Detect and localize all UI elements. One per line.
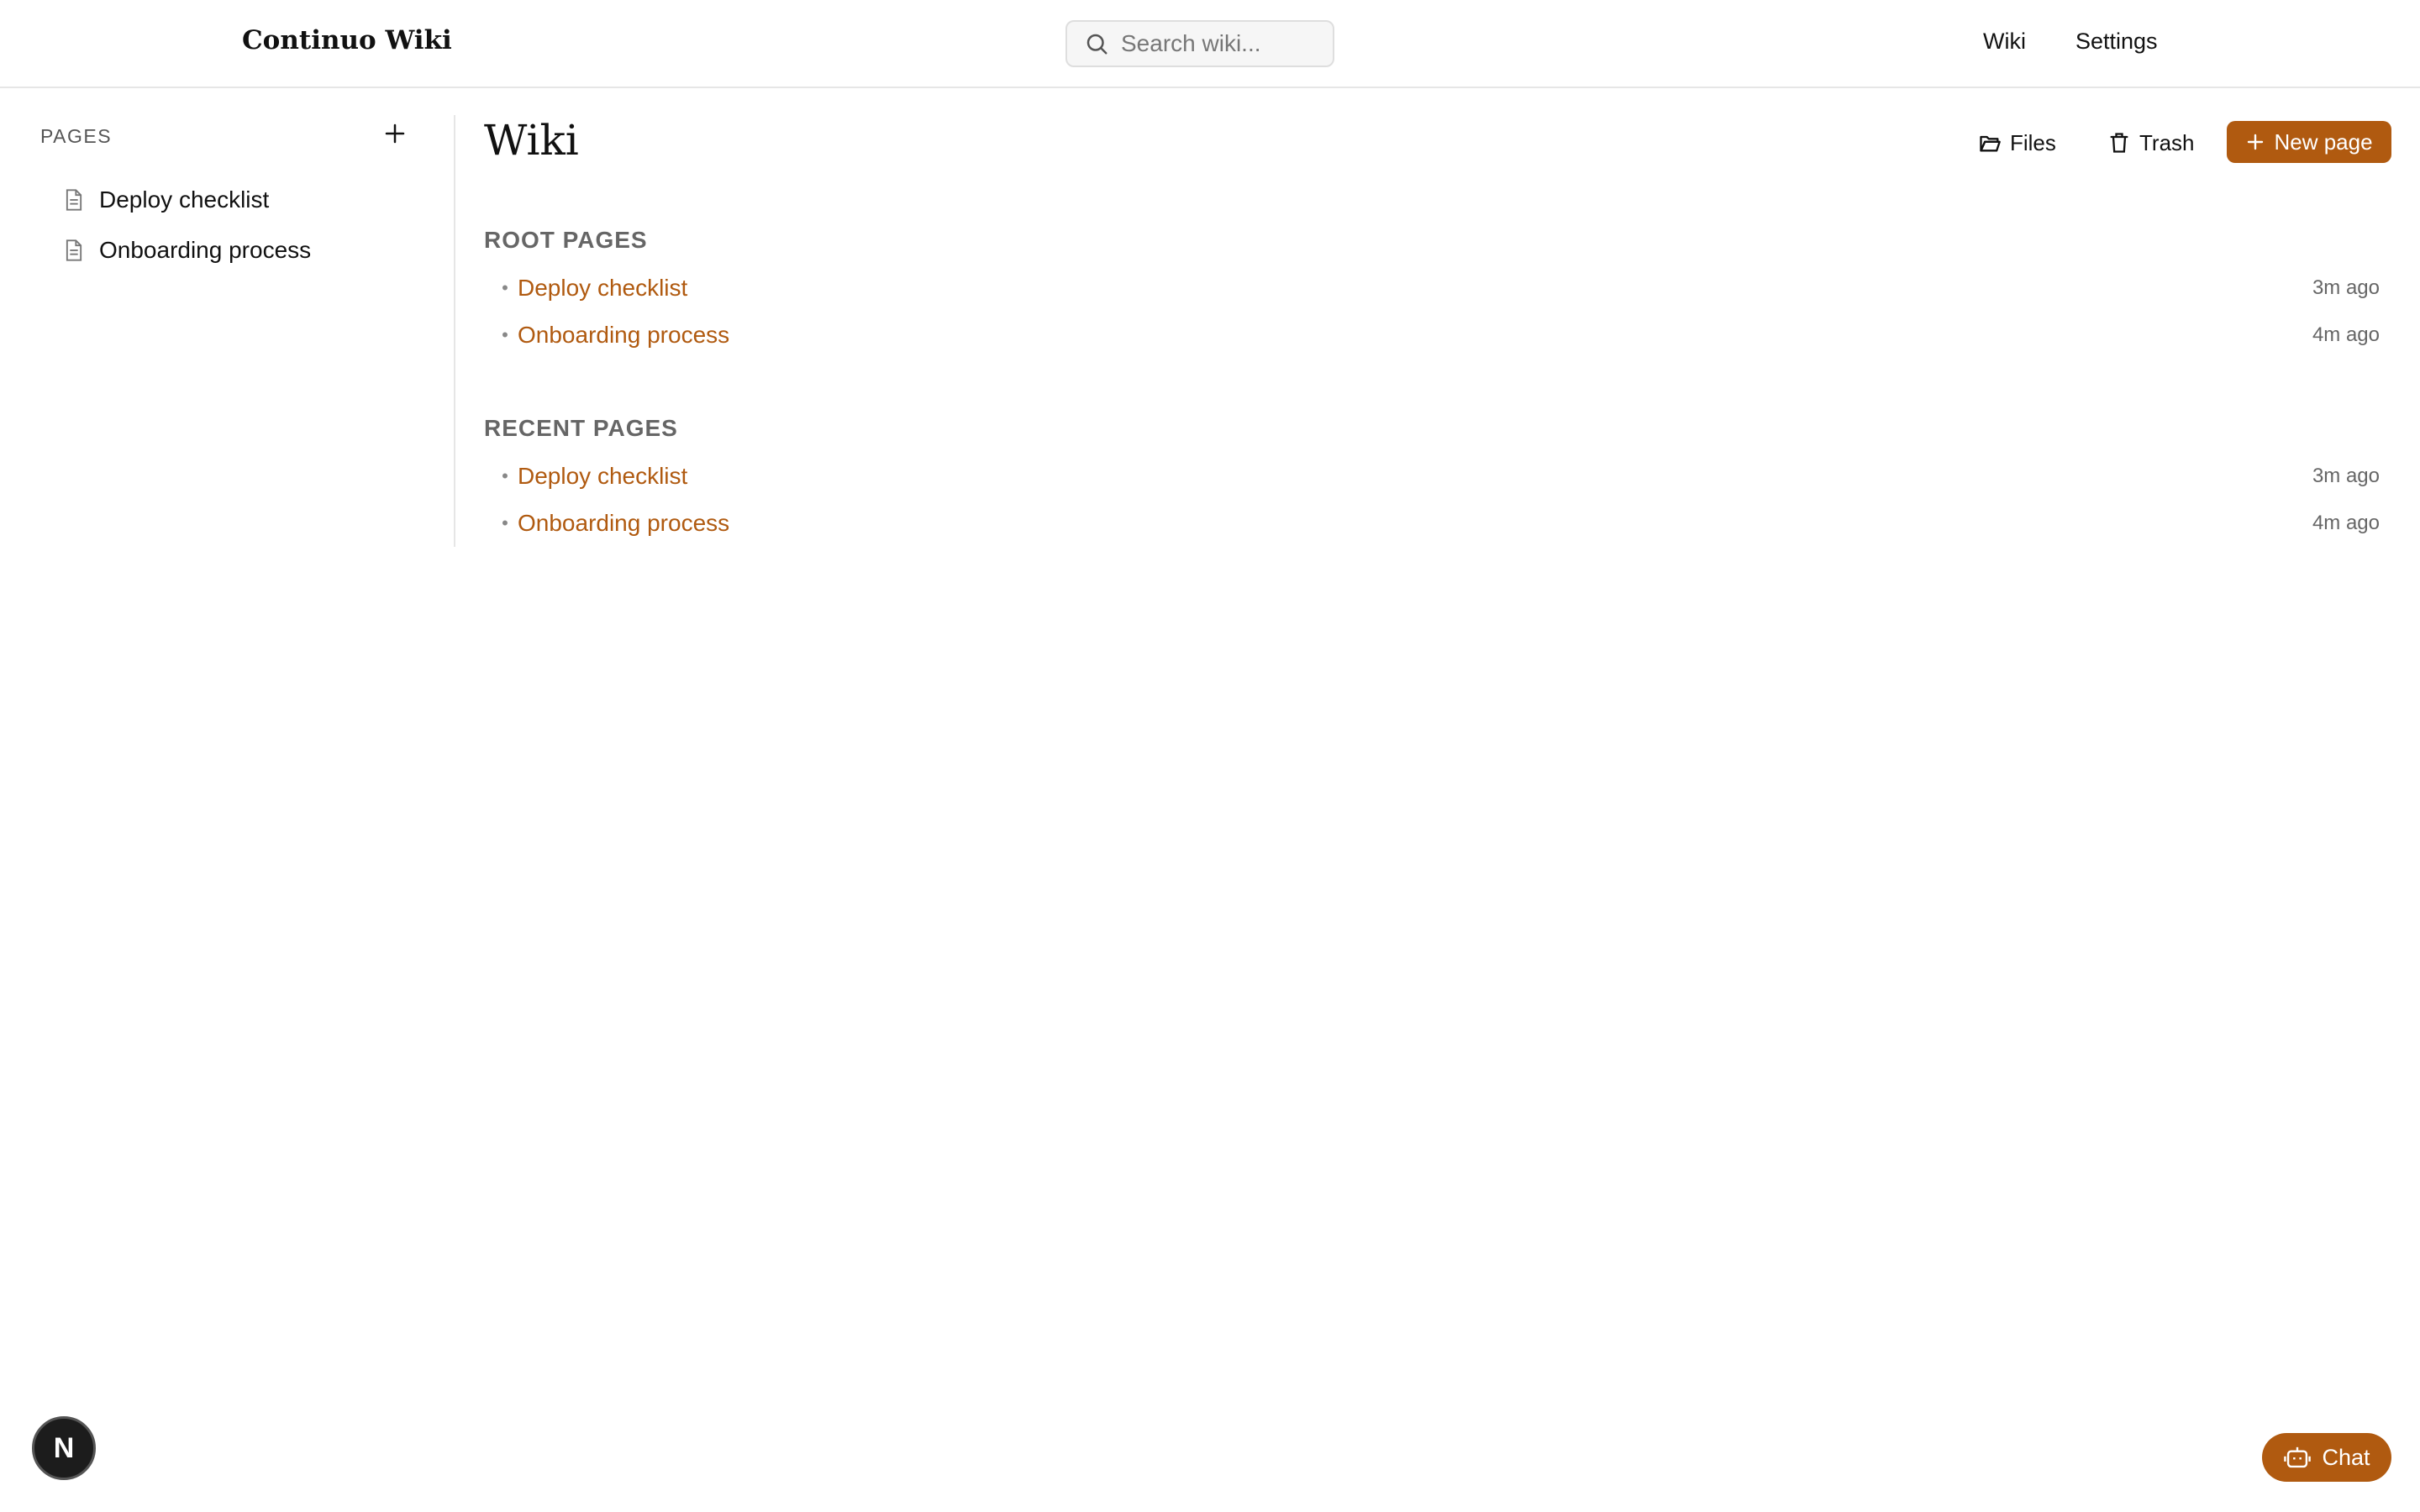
- section-root-pages: ROOT PAGES: [484, 227, 648, 253]
- bullet: •: [502, 465, 508, 486]
- nav-wiki[interactable]: Wiki: [1983, 29, 2026, 55]
- add-page-button[interactable]: [380, 118, 410, 149]
- top-bar: Continuo Wiki Wiki Settings: [0, 0, 2420, 88]
- chat-button[interactable]: Chat: [2262, 1433, 2391, 1482]
- plus-icon: [2248, 134, 2264, 150]
- files-label: Files: [2010, 129, 2056, 155]
- list-item: • Onboarding process 4m ago: [484, 316, 2380, 354]
- search-icon: [1086, 34, 1107, 55]
- page-link[interactable]: Deploy checklist: [518, 275, 687, 302]
- new-page-button[interactable]: New page: [2227, 121, 2391, 163]
- files-button[interactable]: Files: [1978, 121, 2056, 165]
- sidebar: PAGES Deploy checklist Onboarding proces…: [0, 115, 455, 547]
- list-item: • Deploy checklist 3m ago: [484, 269, 2380, 307]
- page-link[interactable]: Onboarding process: [518, 510, 729, 537]
- nav-settings[interactable]: Settings: [2075, 29, 2158, 55]
- timestamp: 4m ago: [2312, 323, 2380, 346]
- sidebar-item-label: Onboarding process: [99, 237, 312, 263]
- bullet: •: [502, 512, 508, 533]
- sidebar-item-label: Deploy checklist: [99, 186, 270, 213]
- avatar[interactable]: N: [32, 1416, 96, 1480]
- page-title: Wiki: [484, 116, 579, 165]
- timestamp: 4m ago: [2312, 512, 2380, 534]
- document-icon: [66, 239, 82, 261]
- plus-icon: [385, 123, 405, 144]
- search-box[interactable]: [1065, 20, 1334, 67]
- sidebar-item-onboarding-process[interactable]: Onboarding process: [64, 229, 311, 271]
- folder-icon: [1980, 135, 2001, 152]
- bullet: •: [502, 324, 508, 345]
- bullet: •: [502, 277, 508, 298]
- timestamp: 3m ago: [2312, 276, 2380, 299]
- brand-title[interactable]: Continuo Wiki: [242, 25, 452, 55]
- sidebar-item-deploy-checklist[interactable]: Deploy checklist: [64, 179, 269, 221]
- section-recent-pages: RECENT PAGES: [484, 415, 678, 441]
- list-item: • Deploy checklist 3m ago: [484, 457, 2380, 496]
- document-icon: [66, 189, 82, 211]
- new-page-label: New page: [2274, 129, 2373, 155]
- page-link[interactable]: Deploy checklist: [518, 463, 687, 490]
- sidebar-header: PAGES: [40, 125, 113, 147]
- trash-icon: [2110, 133, 2128, 153]
- list-item: • Onboarding process 4m ago: [484, 504, 2380, 543]
- trash-button[interactable]: Trash: [2107, 121, 2195, 165]
- robot-icon: [2284, 1446, 2312, 1468]
- search-input[interactable]: [1121, 30, 1323, 57]
- chat-label: Chat: [2322, 1444, 2370, 1470]
- trash-label: Trash: [2139, 129, 2195, 155]
- page-link[interactable]: Onboarding process: [518, 322, 729, 349]
- timestamp: 3m ago: [2312, 465, 2380, 487]
